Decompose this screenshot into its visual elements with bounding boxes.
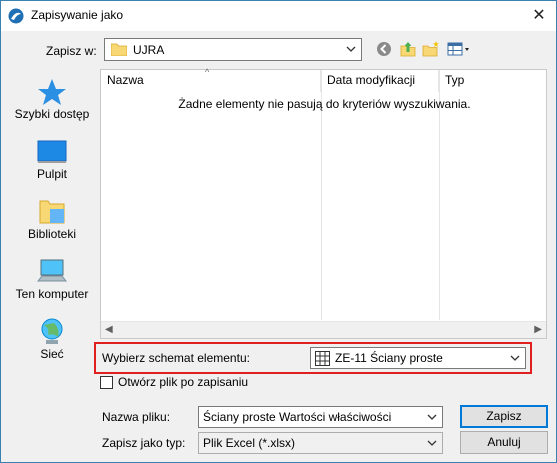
schema-label: Wybierz schemat elementu:	[102, 351, 250, 365]
places-bar: Szybki dostęp Pulpit Biblioteki Ten komp…	[8, 69, 96, 379]
cancel-button[interactable]: Anuluj	[460, 431, 548, 454]
open-after-save-label: Otwórz plik po zapisaniu	[118, 375, 249, 389]
file-list[interactable]: ^ Nazwa Data modyfikacji Typ Żadne eleme…	[100, 67, 547, 339]
save-as-dialog: Zapisywanie jako ✕ Zapisz w: UJRA Szybki…	[0, 0, 557, 463]
filetype-value: Plik Excel (*.xlsx)	[203, 436, 296, 450]
place-label: Pulpit	[36, 167, 68, 181]
place-label: Szybki dostęp	[14, 107, 90, 121]
chevron-down-icon	[510, 355, 520, 361]
column-header-name[interactable]: Nazwa	[101, 70, 321, 92]
place-libraries[interactable]: Biblioteki	[8, 189, 96, 247]
place-desktop[interactable]: Pulpit	[8, 129, 96, 187]
up-folder-icon[interactable]	[399, 40, 417, 58]
back-icon[interactable]	[375, 40, 393, 58]
filetype-label: Zapisz jako typ:	[102, 436, 186, 450]
place-this-pc[interactable]: Ten komputer	[8, 249, 96, 307]
star-icon	[38, 79, 66, 105]
place-label: Sieć	[40, 347, 64, 361]
schema-highlight-box: Wybierz schemat elementu: ZE-11 Ściany p…	[94, 342, 532, 374]
open-after-save-checkbox[interactable]	[100, 376, 113, 389]
desktop-icon	[37, 140, 67, 163]
filetype-combo[interactable]: Plik Excel (*.xlsx)	[198, 432, 443, 454]
view-menu-icon[interactable]	[447, 40, 473, 58]
table-grid-icon	[315, 351, 330, 366]
close-icon: ✕	[532, 7, 546, 24]
chevron-down-icon	[427, 440, 437, 446]
scroll-left-icon[interactable]: ◀	[105, 324, 113, 335]
libraries-icon	[39, 200, 65, 224]
empty-message: Żadne elementy nie pasują do kryteriów w…	[178, 97, 471, 111]
app-icon	[8, 8, 24, 24]
window-title: Zapisywanie jako	[31, 8, 124, 22]
save-in-combo[interactable]: UJRA	[104, 38, 362, 61]
new-folder-icon[interactable]	[422, 40, 440, 58]
folder-icon	[111, 43, 127, 56]
schema-value: ZE-11 Ściany proste	[335, 351, 443, 365]
save-in-label: Zapisz w:	[46, 44, 97, 58]
title-bar: Zapisywanie jako ✕	[1, 1, 556, 31]
column-header-date[interactable]: Data modyfikacji	[321, 70, 439, 92]
column-header-type[interactable]: Typ	[439, 70, 546, 92]
chevron-down-icon	[427, 414, 437, 420]
scroll-right-icon[interactable]: ▶	[534, 324, 542, 335]
schema-combo[interactable]: ZE-11 Ściany proste	[310, 347, 526, 369]
filename-combo[interactable]: Ściany proste Wartości właściwości	[198, 406, 443, 428]
place-label: Ten komputer	[15, 287, 89, 301]
place-network[interactable]: Sieć	[8, 309, 96, 367]
chevron-down-icon	[346, 46, 356, 52]
filename-value: Ściany proste Wartości właściwości	[203, 410, 392, 424]
place-label: Biblioteki	[27, 227, 77, 241]
place-quick-access[interactable]: Szybki dostęp	[8, 69, 96, 127]
save-button[interactable]: Zapisz	[460, 405, 548, 428]
filename-label: Nazwa pliku:	[102, 410, 171, 424]
network-icon	[41, 318, 63, 344]
close-button[interactable]: ✕	[530, 7, 548, 25]
computer-icon	[36, 259, 68, 282]
save-in-value: UJRA	[133, 43, 165, 57]
horizontal-scrollbar[interactable]: ◀ ▶	[101, 321, 546, 338]
